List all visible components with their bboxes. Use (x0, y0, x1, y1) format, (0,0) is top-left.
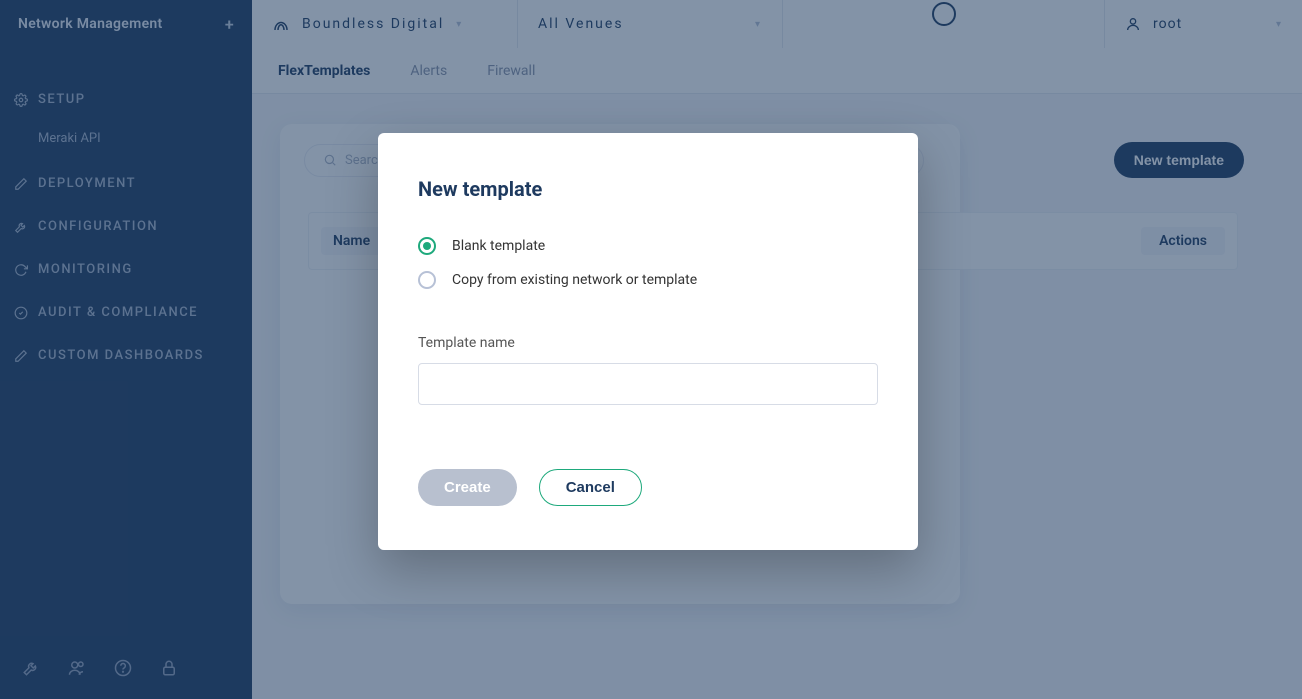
modal-overlay[interactable]: New template Blank template Copy from ex… (0, 0, 1302, 699)
template-name-label: Template name (418, 335, 878, 351)
modal-actions: Create Cancel (418, 469, 878, 506)
radio-icon (418, 237, 436, 255)
radio-label: Blank template (452, 238, 545, 254)
radio-copy-existing[interactable]: Copy from existing network or template (418, 271, 878, 289)
cancel-button[interactable]: Cancel (539, 469, 642, 506)
new-template-modal: New template Blank template Copy from ex… (378, 133, 918, 550)
radio-blank-template[interactable]: Blank template (418, 237, 878, 255)
create-button[interactable]: Create (418, 469, 517, 506)
template-name-input[interactable] (418, 363, 878, 405)
modal-title: New template (418, 177, 878, 201)
radio-icon (418, 271, 436, 289)
radio-label: Copy from existing network or template (452, 272, 697, 288)
